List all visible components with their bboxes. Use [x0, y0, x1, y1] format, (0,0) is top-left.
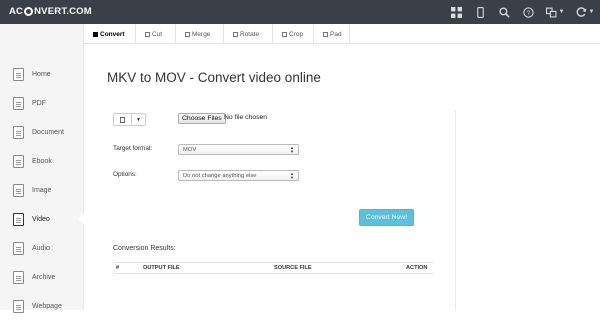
target-format-value: MOV [183, 146, 197, 153]
tab-pad[interactable]: Pad [314, 24, 350, 44]
checkbox-icon [185, 31, 190, 37]
checkbox-icon [145, 31, 150, 37]
sidebar-item-document[interactable]: Document [0, 118, 84, 147]
apps-grid-icon[interactable] [444, 0, 468, 24]
tab-label: Merge [192, 30, 211, 38]
tool-tabs: Convert Cut Merge Rotate Crop Pad [84, 24, 600, 44]
file-icon [114, 114, 132, 125]
file-source-dropdown[interactable]: ▼ [113, 113, 146, 126]
sidebar-item-webpage[interactable]: Webpage [0, 292, 84, 321]
site-logo[interactable]: AC NVERT.COM [9, 6, 92, 17]
sidebar-item-home[interactable]: Home [0, 60, 84, 89]
tab-convert[interactable]: Convert [84, 24, 136, 44]
webpage-icon [13, 300, 24, 313]
no-file-status: No file chosen [224, 114, 268, 121]
sync-icon[interactable]: ▼ [570, 0, 600, 24]
column-header-source-file: SOURCE FILE [274, 265, 312, 271]
sidebar-item-pdf[interactable]: PDF [0, 89, 84, 118]
sidebar-item-audio[interactable]: Audio [0, 234, 84, 263]
sidebar-item-label: PDF [32, 100, 46, 107]
checkbox-icon [93, 31, 98, 37]
sidebar-item-label: Image [32, 187, 52, 194]
checkbox-icon [323, 31, 328, 37]
checkbox-icon [282, 31, 287, 37]
tab-rotate[interactable]: Rotate [224, 24, 273, 44]
tab-cut[interactable]: Cut [136, 24, 176, 44]
ebook-icon [13, 155, 24, 168]
tab-label: Cut [152, 30, 163, 38]
file-source-marker: · [146, 114, 148, 120]
document-icon [13, 126, 24, 139]
options-label: Options: [113, 171, 137, 178]
column-header-output-file: OUTPUT FILE [143, 265, 180, 271]
active-indicator [78, 212, 85, 226]
sidebar-item-video[interactable]: Video [0, 205, 85, 234]
category-sidebar: Home PDF Document Ebook Image Video Audi… [0, 24, 85, 313]
options-select[interactable]: Do not change anything else ▲ ▼ [178, 170, 299, 181]
column-header-number: # [116, 265, 120, 271]
tab-label: Pad [330, 30, 342, 38]
mobile-icon[interactable] [468, 0, 492, 24]
search-icon[interactable] [492, 0, 516, 24]
top-navbar: AC NVERT.COM ? ▼ ▼ [0, 0, 600, 24]
language-icon[interactable]: ▼ [540, 0, 570, 24]
logo-suffix: NVERT.COM [34, 6, 92, 17]
sidebar-item-label: Document [32, 129, 64, 136]
sidebar-item-label: Ebook [32, 158, 52, 165]
options-value: Do not change anything else [183, 172, 257, 179]
sidebar-item-archive[interactable]: Archive [0, 263, 84, 292]
sidebar-item-label: Home [32, 71, 51, 78]
sidebar-item-label: Archive [32, 274, 56, 281]
tab-label: Rotate [240, 30, 260, 38]
chevron-down-icon[interactable]: ▼ [132, 114, 145, 125]
sidebar-item-label: Audio [32, 245, 50, 252]
page-title: MKV to MOV - Convert video online [107, 70, 321, 85]
sidebar-item-label: Video [32, 216, 50, 223]
chevron-down-icon: ▼ [558, 9, 565, 15]
tab-label: Crop [289, 30, 304, 38]
svg-text:?: ? [526, 10, 530, 17]
audio-icon [13, 242, 24, 255]
sidebar-item-ebook[interactable]: Ebook [0, 147, 84, 176]
target-format-select[interactable]: MOV ▲ ▼ [178, 144, 299, 155]
chevron-down-icon: ▼ [588, 9, 595, 15]
choose-files-button[interactable]: Choose Files [178, 113, 226, 124]
tab-merge[interactable]: Merge [176, 24, 224, 44]
tab-crop[interactable]: Crop [273, 24, 314, 44]
archive-icon [13, 271, 24, 284]
help-icon[interactable]: ? [516, 0, 540, 24]
home-icon [13, 68, 24, 81]
sidebar-item-label: Webpage [32, 303, 62, 310]
video-icon [13, 213, 24, 226]
column-header-action: ACTION [406, 265, 428, 271]
results-table-header: # OUTPUT FILE SOURCE FILE ACTION [113, 262, 433, 274]
image-icon [13, 184, 24, 197]
pdf-icon [13, 97, 24, 110]
target-format-label: Target format: [113, 145, 153, 152]
select-arrows-icon: ▲ ▼ [290, 171, 294, 180]
logo-ring-icon [24, 7, 34, 16]
convert-now-button[interactable]: Convert Now! [359, 209, 414, 226]
content-divider [455, 110, 456, 310]
select-arrows-icon: ▲ ▼ [290, 145, 294, 154]
checkbox-icon [233, 31, 238, 37]
conversion-results-heading: Conversion Results: [113, 245, 176, 252]
tab-label: Convert [100, 30, 125, 38]
logo-prefix: AC [9, 6, 24, 17]
sidebar-item-image[interactable]: Image [0, 176, 84, 205]
